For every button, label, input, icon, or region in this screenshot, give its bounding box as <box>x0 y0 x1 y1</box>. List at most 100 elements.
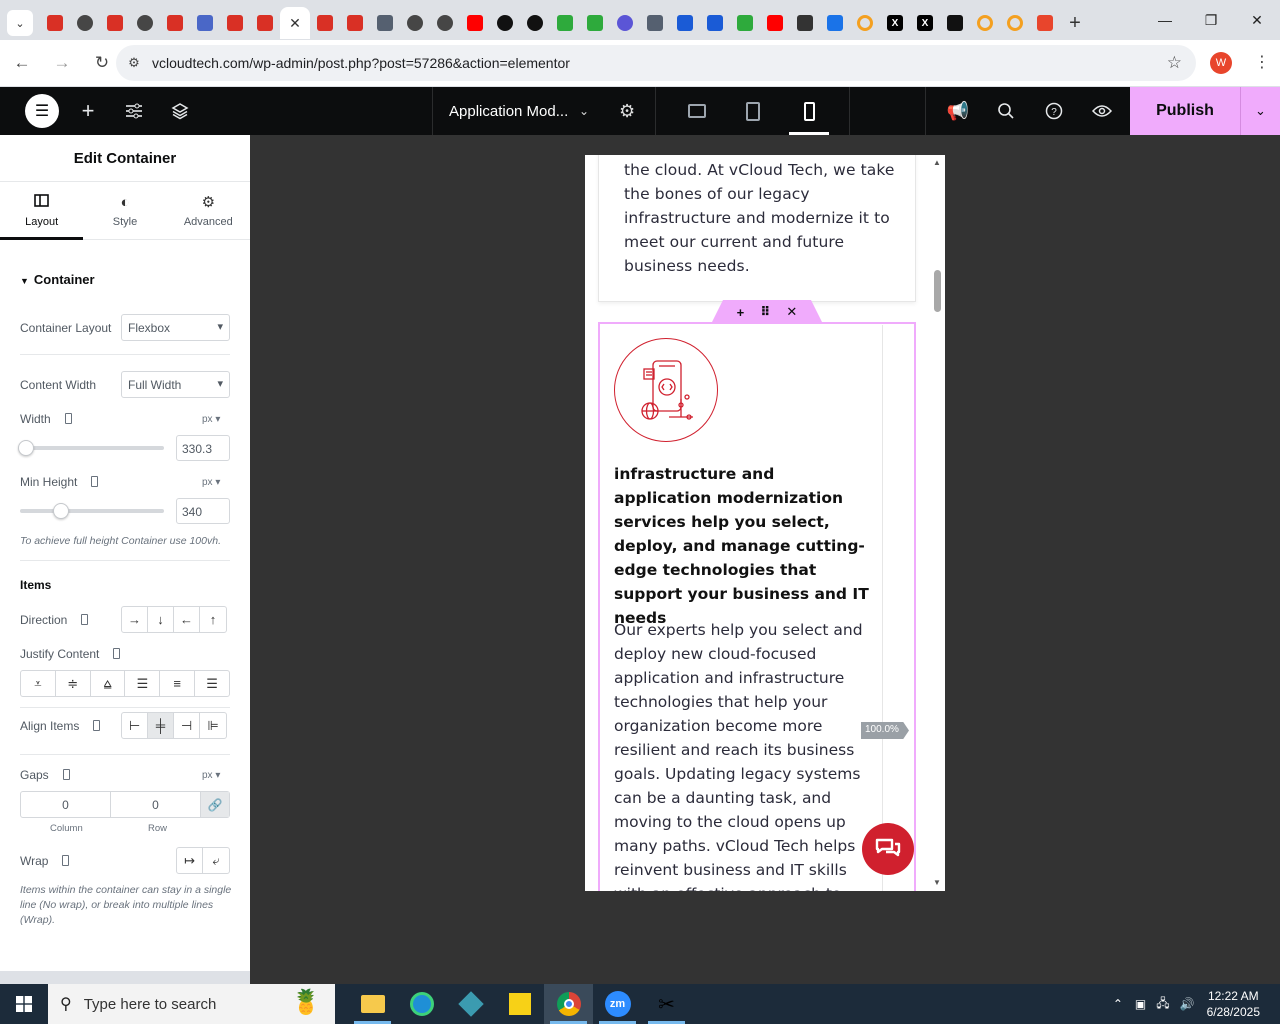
mobile-icon[interactable] <box>91 476 99 487</box>
mobile-icon[interactable] <box>64 413 72 424</box>
browser-tab[interactable] <box>190 7 220 39</box>
help-button[interactable]: ? <box>1042 87 1066 135</box>
browser-tab[interactable] <box>130 7 160 39</box>
justify-start-button[interactable]: ⩡ <box>21 671 56 696</box>
browser-tab[interactable]: X <box>880 7 910 39</box>
new-tab-button[interactable]: + <box>1060 7 1090 39</box>
align-stretch-button[interactable]: ⊫ <box>200 713 226 738</box>
reload-button[interactable]: ↻ <box>84 45 120 81</box>
no-wrap-button[interactable]: ↦ <box>177 848 203 873</box>
browser-tab[interactable] <box>220 7 250 39</box>
min-height-slider[interactable] <box>20 503 164 519</box>
profile-avatar[interactable]: W <box>1210 52 1232 74</box>
container-handle[interactable]: + ⠿ ✕ <box>711 300 823 324</box>
justify-center-button[interactable]: ≑ <box>56 671 91 696</box>
notifications-button[interactable]: 📢 <box>946 87 970 135</box>
browser-tab[interactable] <box>250 7 280 39</box>
show-hidden-icons[interactable]: ⌃ <box>1113 997 1123 1011</box>
zoom-taskbar-icon[interactable]: zm <box>593 984 642 1024</box>
publish-button[interactable]: Publish <box>1130 87 1240 135</box>
structure-button[interactable] <box>168 87 192 135</box>
taskbar-search-box[interactable]: ⚲ Type here to search 🍍 <box>48 984 335 1024</box>
browser-tab[interactable] <box>850 7 880 39</box>
browser-tab[interactable] <box>370 7 400 39</box>
wrap-button[interactable]: ⤶ <box>203 848 229 873</box>
chevron-down-icon[interactable]: ⌄ <box>579 104 589 118</box>
browser-tab[interactable] <box>1030 7 1060 39</box>
section-toggle-container[interactable]: ▼ Container <box>20 272 95 287</box>
browser-tab[interactable] <box>70 7 100 39</box>
chrome-taskbar-icon[interactable] <box>544 984 593 1024</box>
file-explorer-taskbar-icon[interactable] <box>348 984 397 1024</box>
min-height-input[interactable]: 340 <box>176 498 230 524</box>
browser-tab[interactable] <box>940 7 970 39</box>
mobile-icon[interactable] <box>93 720 101 731</box>
browser-tab[interactable] <box>430 7 460 39</box>
page-settings-icon[interactable]: ⚙ <box>619 101 635 122</box>
scrollbar-thumb[interactable] <box>934 270 941 312</box>
tab-layout[interactable]: Layout <box>0 182 84 240</box>
justify-space-between-button[interactable]: ☰ <box>125 671 161 696</box>
search-button[interactable] <box>994 87 1018 135</box>
drag-handle-icon[interactable]: ⠿ <box>760 304 770 320</box>
width-slider[interactable] <box>18 440 164 456</box>
browser-tab[interactable] <box>100 7 130 39</box>
start-button[interactable] <box>0 984 48 1024</box>
gap-column-input[interactable]: 0 <box>21 792 111 817</box>
browser-tab[interactable] <box>520 7 550 39</box>
close-window-button[interactable]: ✕ <box>1234 0 1280 40</box>
browser-menu-icon[interactable]: ⋮ <box>1254 52 1270 72</box>
volume-icon[interactable]: 🔊 <box>1180 997 1195 1011</box>
publish-options-button[interactable]: ⌄ <box>1240 87 1280 135</box>
browser-tab[interactable] <box>340 7 370 39</box>
browser-tab[interactable] <box>400 7 430 39</box>
browser-tab[interactable] <box>460 7 490 39</box>
mobile-icon[interactable] <box>62 769 70 780</box>
link-values-icon[interactable]: 🔗 <box>201 792 229 817</box>
align-center-button[interactable]: ╪ <box>148 713 174 738</box>
meet-now-icon[interactable]: ▣ <box>1135 997 1146 1011</box>
browser-tab[interactable] <box>700 7 730 39</box>
forward-button[interactable]: → <box>44 45 80 81</box>
add-container-icon[interactable]: + <box>737 305 745 320</box>
tablet-mode-button[interactable] <box>725 87 781 135</box>
align-end-button[interactable]: ⊣ <box>174 713 200 738</box>
edge-taskbar-icon[interactable] <box>397 984 446 1024</box>
browser-tab[interactable] <box>310 7 340 39</box>
direction-column-button[interactable]: ↓ <box>148 607 174 632</box>
add-element-button[interactable]: + <box>76 87 100 135</box>
omnibox[interactable]: ⚙ vcloudtech.com/wp-admin/post.php?post=… <box>116 45 1196 81</box>
browser-tab[interactable] <box>760 7 790 39</box>
preview-button[interactable] <box>1090 87 1114 135</box>
document-title-button[interactable]: Application Mod... ⌄ ⚙ <box>432 87 656 135</box>
url-text[interactable]: vcloudtech.com/wp-admin/post.php?post=57… <box>152 55 570 71</box>
snipping-tool-taskbar-icon[interactable]: ✂ <box>642 984 691 1024</box>
network-icon[interactable]: 🖧 <box>1156 994 1169 1015</box>
container-layout-select[interactable]: Flexbox <box>121 314 230 341</box>
browser-tab[interactable] <box>490 7 520 39</box>
scroll-down-icon[interactable]: ▼ <box>933 878 941 887</box>
browser-tab[interactable]: X <box>910 7 940 39</box>
site-settings-button[interactable] <box>122 87 146 135</box>
browser-tab[interactable] <box>550 7 580 39</box>
restore-button[interactable]: ❐ <box>1188 0 1234 40</box>
browser-tab[interactable] <box>610 7 640 39</box>
previous-card[interactable]: the cloud. At vCloud Tech, we take the b… <box>598 155 916 302</box>
direction-column-reverse-button[interactable]: ↑ <box>200 607 226 632</box>
sticky-notes-taskbar-icon[interactable] <box>495 984 544 1024</box>
content-width-select[interactable]: Full Width <box>121 371 230 398</box>
browser-tab[interactable] <box>580 7 610 39</box>
scroll-up-icon[interactable]: ▲ <box>933 158 941 167</box>
width-input[interactable]: 330.3 <box>176 435 230 461</box>
browser-tab[interactable] <box>40 7 70 39</box>
preview-scrollbar[interactable]: ▲ ▼ <box>930 155 945 891</box>
width-slider-thumb[interactable] <box>18 440 34 456</box>
browser-tab[interactable] <box>160 7 190 39</box>
desktop-mode-button[interactable] <box>669 87 725 135</box>
clock[interactable]: 12:22 AM 6/28/2025 <box>1207 988 1260 1020</box>
browser-tab[interactable] <box>970 7 1000 39</box>
mobile-icon[interactable] <box>81 614 89 625</box>
justify-space-around-button[interactable]: ≡ <box>160 671 196 696</box>
justify-space-evenly-button[interactable]: ☰ <box>195 671 229 696</box>
width-unit-select[interactable]: px ▾ <box>202 414 220 425</box>
